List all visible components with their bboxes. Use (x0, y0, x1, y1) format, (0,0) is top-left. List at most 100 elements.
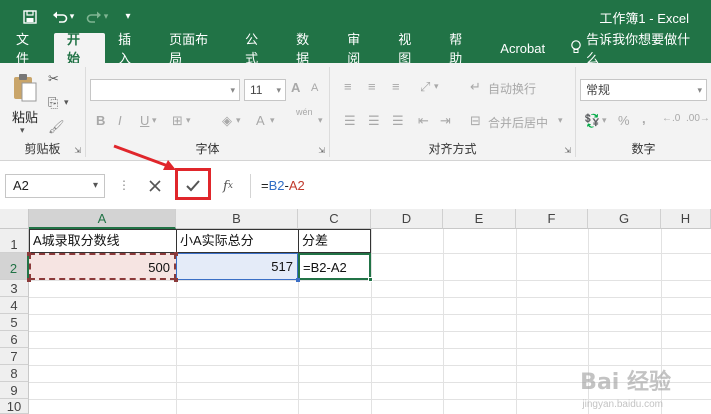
copy-icon[interactable]: ⎘ (48, 95, 58, 111)
tab-page-layout[interactable]: 页面布局 (156, 32, 232, 66)
undo-dropdown-icon[interactable]: ▾ (66, 5, 78, 29)
row-header-7[interactable]: 7 (0, 348, 29, 365)
decrease-decimal-icon[interactable]: .00→ (686, 113, 710, 124)
align-center-icon[interactable]: ☰ (368, 113, 380, 129)
paste-dropdown-icon[interactable]: ▾ (20, 125, 25, 136)
cell-c1[interactable]: 分差 (298, 229, 371, 253)
orientation-dropdown-icon[interactable]: ▾ (434, 81, 439, 92)
col-header-h[interactable]: H (661, 209, 711, 229)
formula-input[interactable]: =B2-A2 (250, 174, 711, 198)
tell-me-search[interactable]: 告诉我你想要做什么 (558, 32, 711, 66)
percent-button[interactable]: % (618, 113, 630, 128)
row-header-3[interactable]: 3 (0, 280, 29, 297)
range-handle[interactable] (174, 252, 178, 256)
range-handle[interactable] (27, 278, 31, 282)
col-header-c[interactable]: C (298, 209, 371, 229)
phonetic-icon[interactable]: wén (296, 107, 313, 117)
grow-font-icon[interactable]: A (291, 80, 300, 95)
align-top-icon[interactable]: ≡ (344, 79, 352, 94)
row-header-8[interactable]: 8 (0, 365, 29, 382)
underline-dropdown-icon[interactable]: ▾ (152, 115, 157, 126)
orientation-icon[interactable]: ⤢ (420, 79, 430, 95)
tab-review[interactable]: 审阅 (334, 32, 385, 66)
underline-button[interactable]: U (140, 113, 149, 128)
row-header-6[interactable]: 6 (0, 331, 29, 348)
cell-a1[interactable]: A城录取分数线 (29, 229, 176, 253)
phonetic-dropdown-icon[interactable]: ▾ (318, 115, 323, 126)
cell-b2[interactable]: 517 (176, 253, 298, 280)
range-handle[interactable] (296, 278, 300, 282)
decrease-indent-icon[interactable]: ⇤ (418, 113, 429, 129)
formula-bar-grip-icon[interactable]: ⋮ (118, 178, 130, 192)
cell-c2[interactable]: =B2-A2 (298, 253, 371, 280)
font-color-icon[interactable]: A (256, 113, 265, 128)
tab-data[interactable]: 数据 (283, 32, 334, 66)
range-handle[interactable] (27, 252, 31, 256)
tab-formulas[interactable]: 公式 (232, 32, 283, 66)
wrap-text-icon[interactable]: ↵ (470, 79, 481, 95)
merge-center-button[interactable]: 合并后居中 (488, 114, 548, 131)
col-header-f[interactable]: F (516, 209, 588, 229)
paste-icon[interactable] (12, 73, 38, 106)
fill-color-icon[interactable]: ◈ (222, 113, 232, 129)
align-bottom-icon[interactable]: ≡ (392, 79, 400, 94)
fill-color-dropdown-icon[interactable]: ▾ (236, 115, 241, 126)
cut-icon[interactable]: ✂ (48, 71, 59, 87)
bold-button[interactable]: B (96, 113, 105, 128)
merge-dropdown-icon[interactable]: ▾ (558, 115, 563, 126)
paste-button[interactable]: 粘贴 (12, 107, 38, 126)
col-header-b[interactable]: B (176, 209, 298, 229)
col-header-e[interactable]: E (443, 209, 516, 229)
range-handle[interactable] (174, 278, 178, 282)
row-header-1[interactable]: 1 (0, 229, 29, 253)
fill-handle[interactable] (368, 277, 373, 282)
tab-insert[interactable]: 插入 (105, 32, 156, 66)
font-name-combo[interactable]: ▾ (90, 79, 240, 101)
worksheet-grid: A B C D E F G H 1 2 3 4 5 6 7 8 9 10 A城录… (0, 209, 711, 414)
increase-decimal-icon[interactable]: ←.0 (662, 113, 680, 124)
row-header-5[interactable]: 5 (0, 314, 29, 331)
name-box[interactable]: A2 ▾ (5, 174, 105, 198)
insert-function-button[interactable]: fx (213, 174, 243, 198)
align-middle-icon[interactable]: ≡ (368, 79, 376, 94)
align-right-icon[interactable]: ☰ (392, 113, 404, 129)
select-all-button[interactable] (0, 209, 29, 229)
font-launcher-icon[interactable]: ⇲ (318, 146, 325, 155)
tab-acrobat[interactable]: Acrobat (487, 33, 558, 63)
col-header-g[interactable]: G (588, 209, 661, 229)
save-icon[interactable] (18, 5, 42, 29)
col-header-a[interactable]: A (29, 209, 176, 229)
tab-file[interactable]: 文件 (0, 32, 54, 66)
col-header-d[interactable]: D (371, 209, 443, 229)
increase-indent-icon[interactable]: ⇥ (440, 113, 451, 129)
align-left-icon[interactable]: ☰ (344, 113, 356, 129)
cell-b1[interactable]: 小A实际总分 (176, 229, 298, 253)
clipboard-launcher-icon[interactable]: ⇲ (74, 146, 81, 155)
copy-dropdown-icon[interactable]: ▾ (64, 97, 69, 108)
row-header-4[interactable]: 4 (0, 297, 29, 314)
tab-view[interactable]: 视图 (385, 32, 436, 66)
font-color-dropdown-icon[interactable]: ▾ (270, 115, 275, 126)
wrap-text-button[interactable]: 自动换行 (488, 80, 536, 97)
tab-home[interactable]: 开始 (54, 32, 106, 66)
comma-button[interactable]: , (642, 111, 646, 126)
alignment-launcher-icon[interactable]: ⇲ (564, 146, 571, 155)
customize-qat-icon[interactable]: ▾ (116, 5, 140, 29)
currency-dropdown-icon[interactable]: ▾ (602, 115, 607, 126)
merge-icon[interactable]: ⊟ (470, 113, 481, 129)
borders-icon[interactable]: ⊞ (172, 113, 183, 129)
row-header-9[interactable]: 9 (0, 382, 29, 399)
cancel-entry-button[interactable] (140, 174, 170, 198)
number-format-combo[interactable]: 常规 ▾ (580, 79, 707, 101)
cell-a2[interactable]: 500 (29, 253, 176, 280)
row-header-10[interactable]: 10 (0, 399, 29, 414)
tab-help[interactable]: 帮助 (436, 32, 487, 66)
row-header-2[interactable]: 2 (0, 253, 29, 280)
redo-dropdown-icon[interactable]: ▾ (100, 5, 112, 29)
currency-icon[interactable]: 💱 (584, 113, 600, 129)
italic-button[interactable]: I (118, 113, 122, 128)
format-painter-icon[interactable]: 🖌 (48, 119, 65, 135)
borders-dropdown-icon[interactable]: ▾ (186, 115, 191, 126)
shrink-font-icon[interactable]: A (311, 82, 318, 94)
font-size-combo[interactable]: 11 ▾ (244, 79, 286, 101)
